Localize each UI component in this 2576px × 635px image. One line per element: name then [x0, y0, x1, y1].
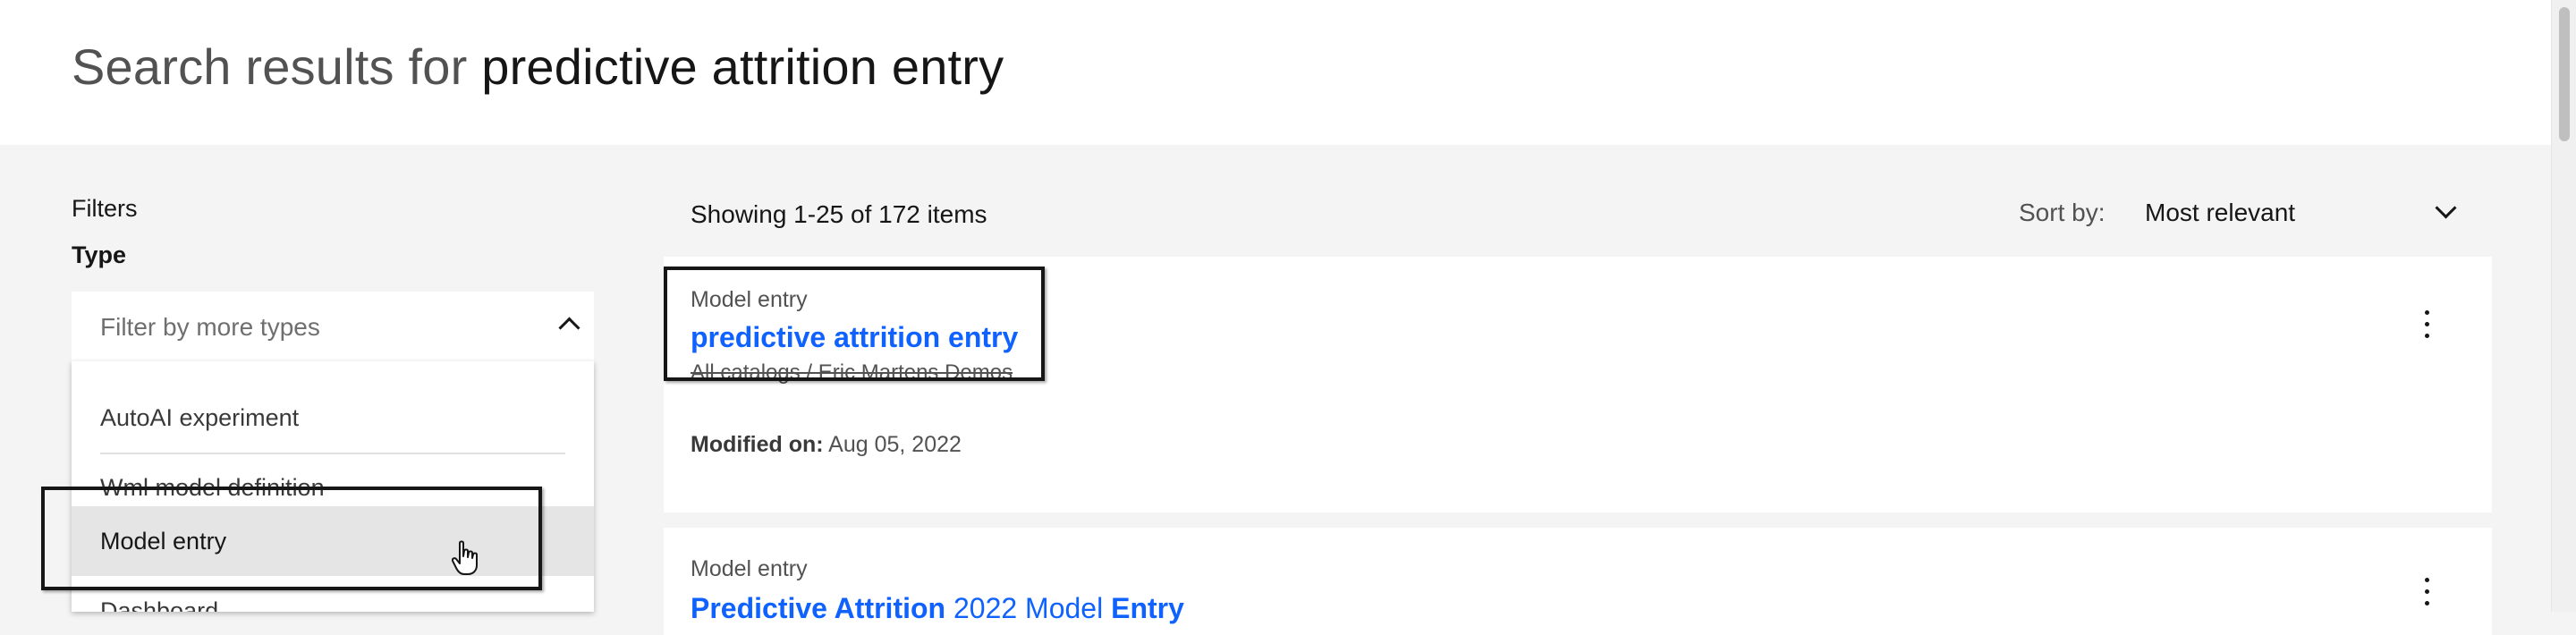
filters-heading: Filters: [72, 195, 138, 222]
results-count: Showing 1-25 of 172 items: [691, 200, 987, 228]
result-card-title-link[interactable]: Predictive Attrition 2022 Model Entry: [691, 592, 1184, 625]
overflow-menu-icon[interactable]: [2413, 307, 2440, 343]
result-card-type: Model entry: [691, 556, 808, 581]
result-card-modified: Modified on: Aug 05, 2022: [691, 432, 962, 458]
type-option-dashboard[interactable]: Dashboard: [72, 576, 594, 612]
hand-pointer-cursor-icon: [452, 540, 478, 575]
page-header: Search results for predictive attrition …: [0, 0, 2551, 145]
scrollbar-thumb[interactable]: [2559, 7, 2570, 141]
page-title-prefix: Search results for: [72, 38, 468, 95]
sort-dropdown[interactable]: Most relevant: [2145, 190, 2467, 238]
modified-label: Modified on:: [691, 432, 824, 457]
search-query: predictive attrition entry: [481, 38, 1004, 95]
chevron-up-icon: [558, 317, 580, 339]
page-scrollbar[interactable]: [2551, 0, 2576, 612]
sort-label: Sort by:: [2019, 199, 2106, 226]
page-title: Search results for predictive attrition …: [72, 38, 1004, 96]
type-option-label: Model entry: [100, 528, 227, 555]
result-card-title-link[interactable]: predictive attrition entry: [691, 321, 1018, 354]
type-option-model-entry[interactable]: Model entry: [72, 506, 594, 576]
type-option-autoai-experiment[interactable]: AutoAI experiment: [72, 383, 594, 453]
title-part: Model: [1025, 592, 1104, 624]
type-filter-dropdown[interactable]: Filter by more types: [72, 292, 594, 362]
type-option-label: Dashboard: [100, 597, 219, 612]
type-filter-heading: Type: [72, 241, 127, 268]
type-filter-placeholder: Filter by more types: [100, 313, 320, 341]
title-part: Predictive Attrition: [691, 592, 946, 624]
title-part: 2022: [953, 592, 1018, 624]
result-card-type: Model entry: [691, 287, 808, 312]
result-card[interactable]: Model entry Predictive Attrition 2022 Mo…: [664, 528, 2492, 635]
modified-value: Aug 05, 2022: [828, 432, 962, 457]
type-option-label: AutoAI experiment: [100, 404, 300, 431]
type-option-label: Wml model definition: [100, 474, 325, 501]
title-part: Entry: [1111, 592, 1184, 624]
sort-value: Most relevant: [2145, 199, 2296, 226]
result-card[interactable]: Model entry predictive attrition entry A…: [664, 257, 2492, 512]
type-filter-list: AutoAI experiment Wml model definition M…: [72, 361, 594, 612]
result-card-path: All catalogs / Eric Martens Demos: [691, 360, 1013, 385]
overflow-menu-icon[interactable]: [2413, 574, 2440, 610]
